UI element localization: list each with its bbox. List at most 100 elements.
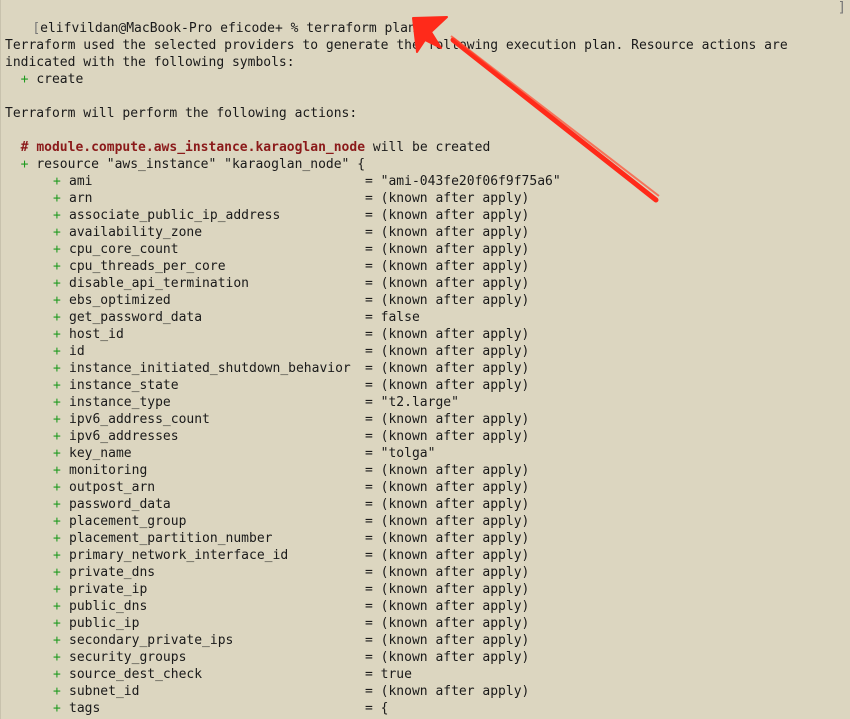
attribute-value-text: (known after apply) (380, 565, 530, 580)
attribute-name: placement_partition_number (69, 531, 273, 546)
attribute-row: + disable_api_termination = (known after a… (1, 275, 847, 292)
attribute-value-text: (known after apply) (380, 684, 530, 699)
attribute-equals: = (365, 701, 373, 716)
attribute-plus: + (53, 344, 61, 359)
attribute-plus: + (53, 701, 61, 716)
attribute-value-text: (known after apply) (380, 633, 530, 648)
attribute-value-text: true (380, 667, 412, 682)
attribute-equals: = (365, 531, 373, 546)
attribute-equals: = (365, 616, 373, 631)
attribute-value: = (known after apply) (365, 411, 529, 428)
attribute-equals: = (365, 565, 373, 580)
attribute-row: + get_password_data = false (1, 309, 847, 326)
attribute-equals: = (365, 378, 373, 393)
attribute-equals: = (365, 599, 373, 614)
attribute-name: subnet_id (69, 684, 140, 699)
attribute-equals: = (365, 463, 373, 478)
attribute-row: + associate_public_ip_address = (known aft… (1, 207, 847, 224)
attribute-plus: + (53, 429, 61, 444)
attribute-value: = (known after apply) (365, 207, 529, 224)
attribute-plus: + (53, 242, 61, 257)
attribute-plus: + (53, 667, 61, 682)
attribute-name: instance_type (69, 395, 171, 410)
attribute-plus: + (53, 293, 61, 308)
attribute-value-text: (known after apply) (380, 378, 530, 393)
attribute-equals: = (365, 327, 373, 342)
attribute-row: + secondary_private_ips = (known after app… (1, 632, 847, 649)
attribute-equals: = (365, 412, 373, 427)
attribute-plus: + (53, 276, 61, 291)
attribute-row: + public_dns = (known after apply) (1, 598, 847, 615)
attribute-plus: + (53, 633, 61, 648)
attribute-value-text: (known after apply) (380, 412, 530, 427)
attribute-value-text: (known after apply) (380, 259, 530, 274)
comment-hash: # (20, 140, 29, 155)
intro-symbol-line: + create (5, 71, 84, 88)
terminal-window[interactable]: [elifvildan@MacBook-Pro eficode+ % terra… (0, 0, 847, 719)
attribute-name: availability_zone (69, 225, 203, 240)
attribute-equals: = (365, 344, 373, 359)
attribute-value-text: false (380, 310, 420, 325)
attribute-name: primary_network_interface_id (69, 548, 289, 563)
attribute-value-text: (known after apply) (380, 361, 530, 376)
attribute-value-text: "t2.large" (380, 395, 459, 410)
attribute-value: = (known after apply) (365, 190, 529, 207)
attribute-equals: = (365, 191, 373, 206)
attribute-plus: + (53, 378, 61, 393)
attribute-value-text: (known after apply) (380, 293, 530, 308)
attribute-equals: = (365, 480, 373, 495)
attribute-value: = (known after apply) (365, 292, 529, 309)
attribute-value: = "tolga" (365, 445, 435, 462)
attribute-name: cpu_threads_per_core (69, 259, 226, 274)
attribute-row: + private_dns = (known after apply) (1, 564, 847, 581)
attribute-plus: + (53, 174, 61, 189)
attribute-row: + instance_initiated_shutdown_behavior = (… (1, 360, 847, 377)
attribute-plus: + (53, 650, 61, 665)
prompt-user-host: elifvildan@MacBook-Pro (40, 21, 213, 36)
actions-heading: Terraform will perform the following act… (5, 106, 358, 121)
attribute-row: + key_name = "tolga" (1, 445, 847, 462)
attribute-row: + private_ip = (known after apply) (1, 581, 847, 598)
attribute-plus: + (53, 565, 61, 580)
attribute-row: + outpost_arn = (known after apply) (1, 479, 847, 496)
attribute-row: + cpu_threads_per_core = (known after appl… (1, 258, 847, 275)
attribute-plus: + (53, 225, 61, 240)
attribute-row: + ipv6_addresses = (known after apply) (1, 428, 847, 445)
attribute-value: = (known after apply) (365, 258, 529, 275)
attribute-value: = (known after apply) (365, 479, 529, 496)
attribute-row: + ami = "ami-043fe20f06f9f75a6" (1, 173, 847, 190)
attribute-name: outpost_arn (69, 480, 156, 495)
right-bracket-marker: ] (837, 0, 846, 16)
attribute-value: = { (365, 700, 388, 717)
attribute-value: = false (365, 309, 420, 326)
attribute-value-text: (known after apply) (380, 582, 530, 597)
left-bracket-marker: [ (32, 21, 41, 36)
attribute-name: id (69, 344, 85, 359)
attribute-name: key_name (69, 446, 132, 461)
create-symbol: + (20, 72, 29, 87)
attribute-row: + cpu_core_count = (known after apply) (1, 241, 847, 258)
resource-declaration-line: + resource "aws_instance" "karaoglan_nod… (5, 156, 365, 173)
attribute-value-text: (known after apply) (380, 548, 530, 563)
attribute-plus: + (53, 548, 61, 563)
attribute-row: + password_data = (known after apply) (1, 496, 847, 513)
attribute-name: private_ip (69, 582, 148, 597)
attribute-equals: = (365, 242, 373, 257)
attribute-value-text: (known after apply) (380, 429, 530, 444)
prompt-dir: eficode+ (220, 21, 283, 36)
attribute-row: + ebs_optimized = (known after apply) (1, 292, 847, 309)
attribute-value: = (known after apply) (365, 598, 529, 615)
attribute-equals: = (365, 650, 373, 665)
attribute-name: public_dns (69, 599, 148, 614)
attribute-name: monitoring (69, 463, 148, 478)
attribute-equals: = (365, 293, 373, 308)
attribute-value-text: (known after apply) (380, 276, 530, 291)
prompt-command: terraform plan (306, 21, 416, 36)
attribute-value: = (known after apply) (365, 343, 529, 360)
attribute-equals: = (365, 174, 373, 189)
attribute-value: = (known after apply) (365, 224, 529, 241)
attribute-value: = (known after apply) (365, 513, 529, 530)
attribute-row: + public_ip = (known after apply) (1, 615, 847, 632)
attribute-plus: + (53, 480, 61, 495)
attribute-equals: = (365, 429, 373, 444)
